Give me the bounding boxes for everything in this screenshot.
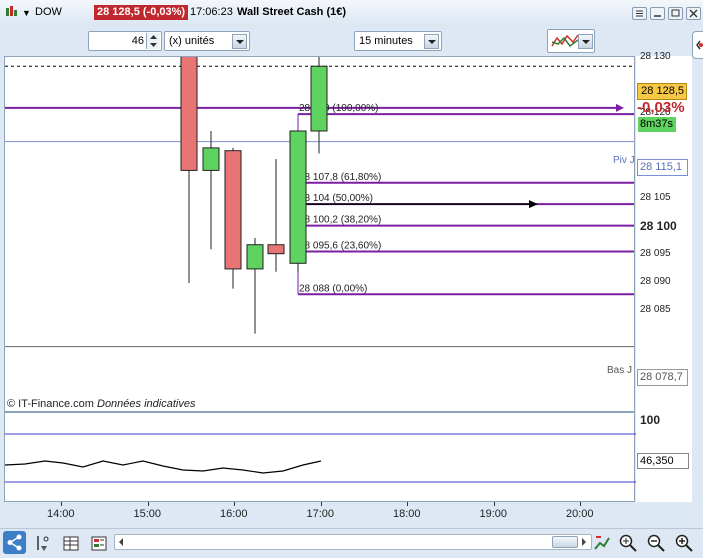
time-tick: [234, 502, 235, 506]
indicators-icon: [551, 34, 579, 48]
candle-body[interactable]: [202, 147, 220, 171]
fib-level-label: 28 100,2 (38,20%): [299, 215, 381, 226]
timeframe-select[interactable]: 15 minutes: [354, 31, 442, 51]
price-tick-label: 28 105: [640, 191, 671, 203]
oscillator-axis: 100 46,350: [636, 412, 692, 502]
time-tick-label: 14:00: [47, 508, 75, 520]
symbol-label[interactable]: DOW: [35, 6, 62, 18]
auto-scale-icon[interactable]: [593, 533, 611, 553]
piv-label: Piv J: [613, 155, 635, 166]
symbol-dropdown-icon[interactable]: ▼: [22, 8, 31, 18]
fib-level-label: 28 104 (50,00%): [299, 193, 373, 204]
price-tick-label: 28 130: [640, 50, 671, 62]
piv-value-tag: 28 115,1: [637, 159, 688, 176]
table-icon[interactable]: [62, 534, 80, 554]
time-tick-label: 19:00: [479, 508, 508, 520]
fib-level-label: 28 095,6 (23,60%): [299, 240, 381, 251]
bas-label: Bas J: [607, 365, 633, 376]
scroll-right-icon[interactable]: [579, 536, 589, 548]
price-tick-label: 28 085: [640, 304, 671, 316]
indicator-list-icon[interactable]: [90, 534, 108, 554]
bas-value-tag: 28 078,7: [637, 369, 688, 386]
price-tick-label: 28 095: [640, 247, 671, 259]
current-price-tag: 28 128,5: [637, 83, 687, 100]
unit-select-value: (x) unités: [169, 35, 215, 47]
change-pct: -0,03%: [637, 99, 685, 116]
price-change-badge: 28 128,5 (-0,03%): [94, 5, 189, 20]
quantity-stepper[interactable]: 46: [88, 31, 162, 51]
price-axis: 28 13028 12028 11028 10528 10028 09528 0…: [636, 51, 692, 412]
fib-level-label: 28 107,8 (61,80%): [299, 172, 381, 183]
oscillator-plot: [5, 433, 636, 483]
chevron-down-icon[interactable]: [578, 34, 593, 49]
oscillator-level-label: 100: [640, 413, 661, 427]
scroll-left-icon[interactable]: [116, 536, 126, 548]
chevron-down-icon[interactable]: [424, 34, 439, 49]
toolbar: 46 (x) unités 15 minutes: [0, 26, 703, 56]
time-tick: [320, 502, 322, 506]
stepper-arrows-icon[interactable]: [147, 33, 160, 49]
chevron-down-icon[interactable]: [232, 34, 247, 49]
side-panel-strip: [692, 26, 703, 528]
candle-body[interactable]: [289, 130, 307, 264]
indicators-button[interactable]: [547, 29, 595, 53]
candle-body[interactable]: [224, 150, 242, 270]
candle-body[interactable]: [180, 57, 198, 171]
side-panel-toggle[interactable]: [692, 31, 703, 59]
instrument-name: Wall Street Cash (1€): [237, 6, 347, 18]
candle-body[interactable]: [267, 244, 285, 255]
price-tick-label: 28 090: [640, 276, 671, 287]
time-tick: [61, 502, 62, 506]
fib-level-label: 28 088 (0,00%): [299, 283, 367, 294]
quantity-value[interactable]: 46: [132, 32, 144, 50]
horizontal-scrollbar[interactable]: [114, 534, 592, 550]
chart-app-icon: [6, 6, 17, 16]
chevron-left-icon: [696, 40, 703, 50]
maximize-button[interactable]: [668, 7, 683, 20]
oscillator-panel[interactable]: [4, 412, 636, 502]
candle-body[interactable]: [246, 244, 264, 270]
scrollbar-thumb[interactable]: [552, 536, 578, 548]
time-tick-label: 20:00: [566, 508, 594, 520]
time-tick-label: 16:00: [220, 508, 248, 520]
price-tick-label: 28 100: [640, 218, 677, 233]
arrow-icon: [529, 200, 538, 209]
time-tick: [493, 502, 495, 506]
time-tick-label: 17:00: [306, 508, 335, 520]
time-tick-label: 18:00: [393, 508, 421, 520]
menu-button[interactable]: [632, 7, 647, 20]
time-tick: [407, 502, 408, 506]
minimize-button[interactable]: [650, 7, 665, 20]
drawing-tool-icon[interactable]: [34, 534, 52, 554]
zoom-out-icon[interactable]: [646, 533, 666, 553]
clock-label: 17:06:23: [190, 6, 233, 18]
close-button[interactable]: [686, 7, 701, 20]
separator: [80, 8, 86, 18]
timeframe-select-value: 15 minutes: [359, 35, 413, 47]
candlestick-plot[interactable]: 28 120 (100,00%)28 107,8 (61,80%)28 104 …: [5, 57, 635, 412]
copyright-label: © IT-Finance.com: [7, 398, 94, 410]
zoom-fit-icon[interactable]: [618, 533, 638, 553]
disclaimer-label: Données indicatives: [97, 398, 196, 410]
unit-select[interactable]: (x) unités: [164, 31, 250, 51]
candle-countdown: 8m37s: [638, 117, 676, 132]
arrow-icon: [616, 103, 624, 112]
time-tick: [147, 502, 149, 506]
price-chart[interactable]: 28 120 (100,00%) 28 107,8 (61,80%) 28 104 …: [4, 56, 635, 412]
share-button[interactable]: [3, 531, 26, 554]
share-icon: [7, 534, 22, 551]
oscillator-value-tag: 46,350: [637, 453, 689, 469]
time-tick-label: 15:00: [133, 508, 162, 520]
bottom-toolbar: [0, 528, 703, 558]
title-bar: ▼ DOW 28 128,5 (-0,03%) 17:06:23 Wall St…: [0, 0, 703, 27]
time-tick: [580, 502, 581, 506]
time-axis: 14:00 15:00 16:00 17:00 18:00 19:00 20:00: [4, 502, 635, 528]
candle-body[interactable]: [310, 65, 328, 132]
zoom-in-icon[interactable]: [674, 533, 694, 553]
oscillator-line: [5, 460, 322, 474]
